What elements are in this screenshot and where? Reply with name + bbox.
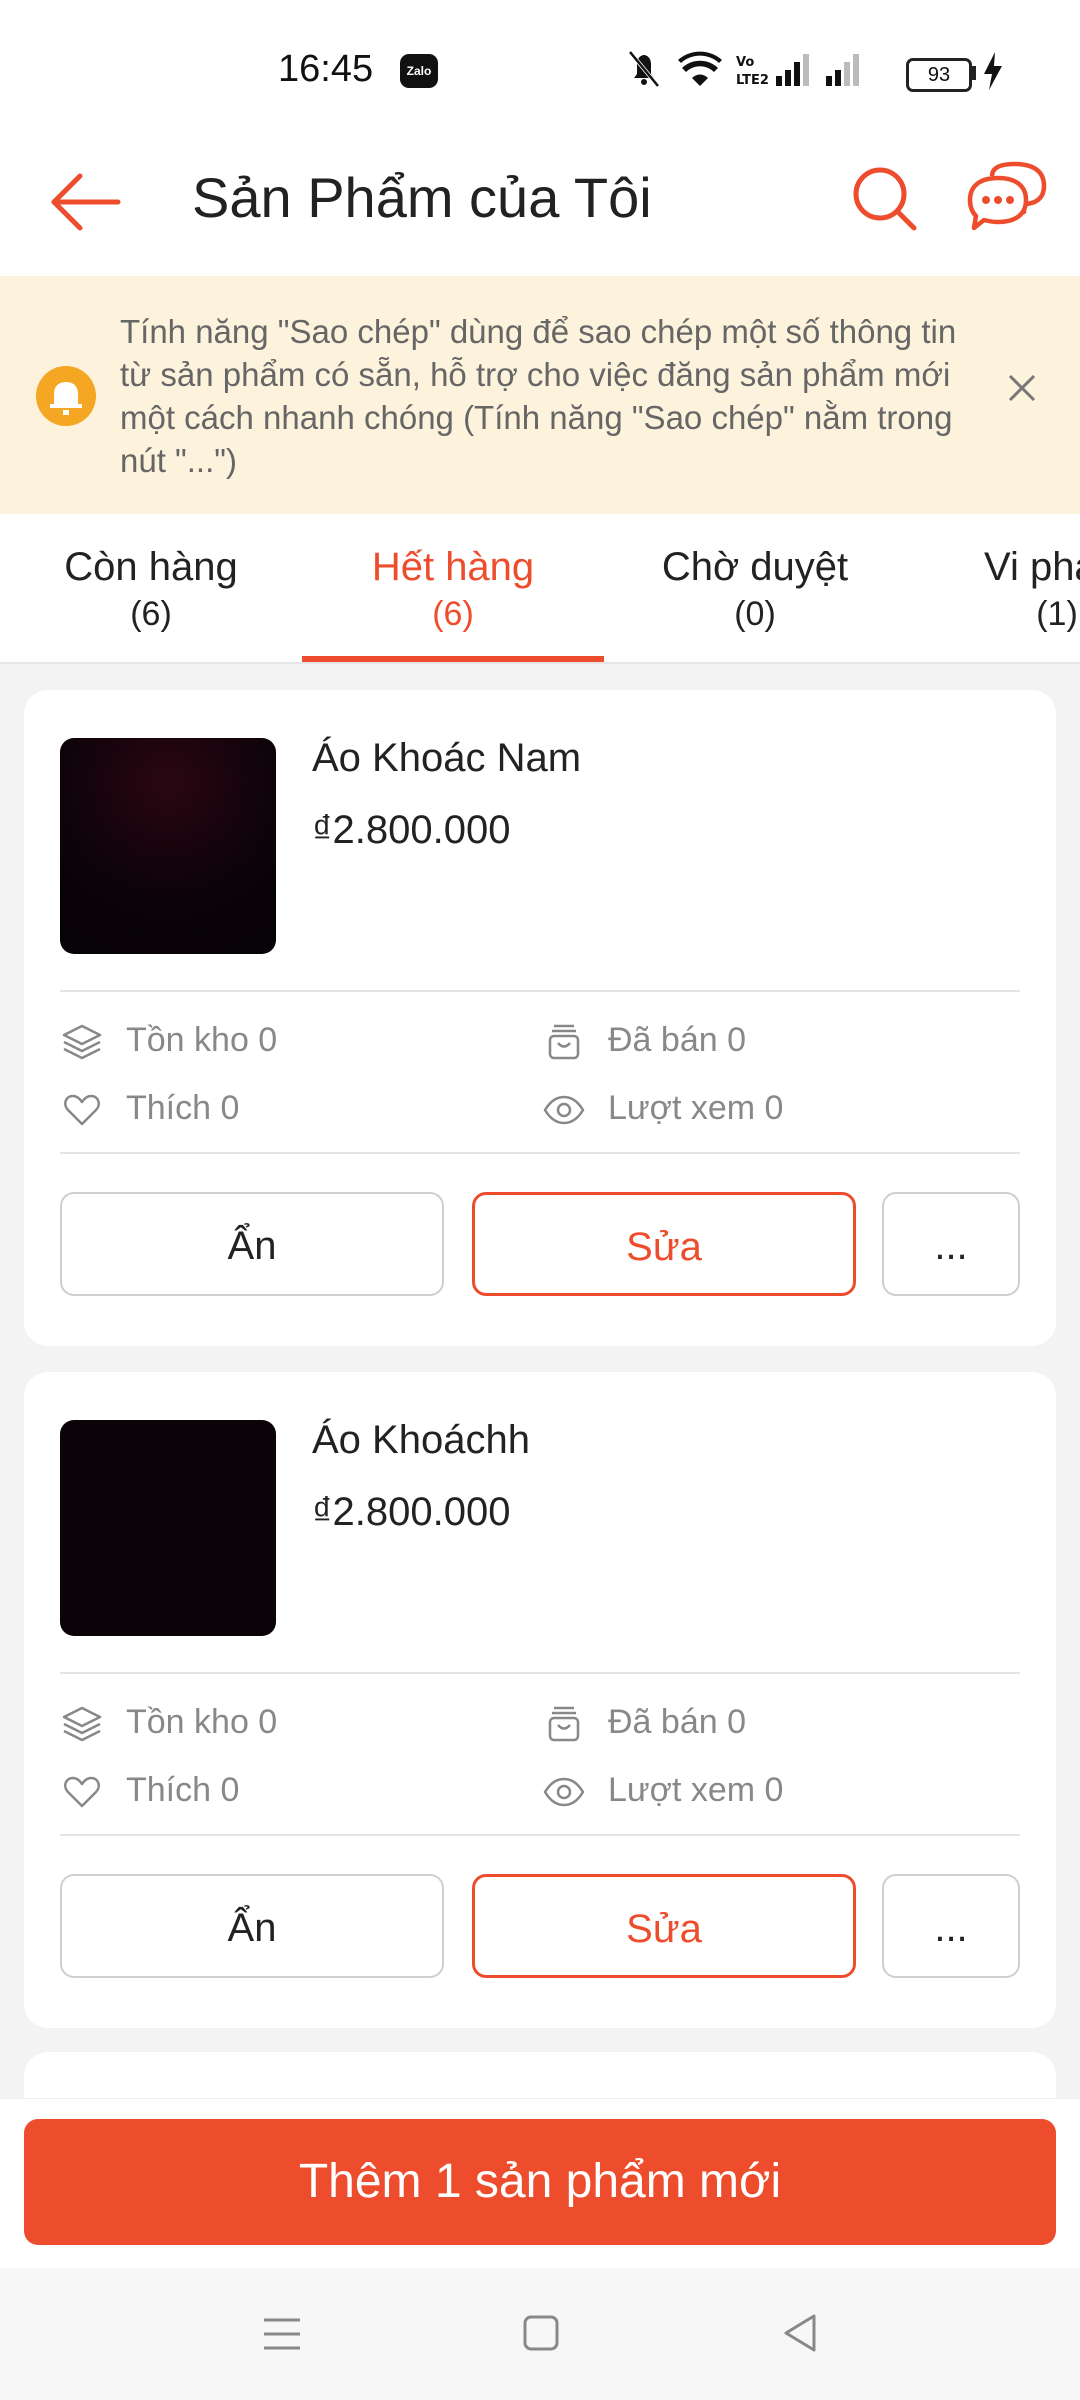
layers-icon bbox=[62, 1024, 102, 1060]
heart-icon bbox=[64, 1094, 100, 1126]
system-nav-bar bbox=[0, 2268, 1080, 2400]
back-arrow-icon[interactable] bbox=[46, 162, 126, 242]
product-image[interactable] bbox=[60, 738, 276, 954]
product-price: ₫2.800.000 bbox=[312, 1490, 511, 1534]
product-price: ₫2.800.000 bbox=[312, 808, 511, 852]
product-card: Áo Khoác Nam ₫2.800.000 Tồn kho 0 Đã bán… bbox=[24, 690, 1056, 1346]
close-icon[interactable] bbox=[1006, 372, 1038, 404]
eye-icon bbox=[543, 1095, 585, 1125]
volte-icon: Vo LTE2 bbox=[736, 55, 769, 88]
more-options-button[interactable]: ... bbox=[882, 1874, 1020, 1978]
charging-icon bbox=[984, 52, 1002, 90]
sold-text: Đã bán 0 bbox=[608, 1021, 746, 1059]
stock-stat: Tồn kho 0 bbox=[60, 1698, 277, 1746]
views-stat: Lượt xem 0 bbox=[542, 1084, 783, 1132]
chat-icon[interactable] bbox=[966, 158, 1050, 238]
page-title: Sản Phẩm của Tôi bbox=[192, 166, 652, 229]
product-name[interactable]: Áo Khoác Nam bbox=[312, 736, 581, 781]
banner-text: Tính năng "Sao chép" dùng để sao chép mộ… bbox=[120, 313, 957, 479]
bottom-action-panel: Thêm 1 sản phẩm mới bbox=[0, 2098, 1080, 2269]
battery-icon: 93 bbox=[906, 58, 972, 92]
active-tab-indicator bbox=[302, 656, 604, 662]
svg-text:LTE2: LTE2 bbox=[736, 73, 769, 88]
edit-button[interactable]: Sửa bbox=[472, 1874, 856, 1978]
views-stat: Lượt xem 0 bbox=[542, 1766, 783, 1814]
search-icon[interactable] bbox=[848, 158, 922, 238]
tab-pending-review[interactable]: Chờ duyệt (0) bbox=[604, 514, 906, 662]
status-bar: 16:45 Zalo Vo LTE2 93 bbox=[0, 0, 1080, 130]
divider bbox=[60, 1152, 1020, 1154]
tab-violation[interactable]: Vi phạm (1) bbox=[906, 514, 1080, 662]
tab-label: Vi phạm bbox=[983, 545, 1080, 589]
basket-icon bbox=[548, 1706, 580, 1742]
tab-count: (6) bbox=[432, 595, 474, 633]
likes-text: Thích 0 bbox=[126, 1089, 240, 1127]
add-product-button[interactable]: Thêm 1 sản phẩm mới bbox=[24, 2119, 1056, 2245]
info-banner: Tính năng "Sao chép" dùng để sao chép mộ… bbox=[0, 276, 1080, 514]
battery-tip bbox=[972, 66, 976, 80]
tab-label: Còn hàng bbox=[64, 545, 238, 589]
tab-label: Chờ duyệt bbox=[661, 545, 849, 589]
likes-stat: Thích 0 bbox=[60, 1766, 239, 1814]
basket-icon bbox=[548, 1024, 580, 1060]
edit-button[interactable]: Sửa bbox=[472, 1192, 856, 1296]
likes-stat: Thích 0 bbox=[60, 1084, 239, 1132]
more-options-button[interactable]: ... bbox=[882, 1192, 1020, 1296]
heart-icon bbox=[64, 1776, 100, 1808]
signal-icon bbox=[826, 54, 859, 86]
bell-off-icon bbox=[628, 50, 660, 88]
status-icons: Vo LTE2 bbox=[628, 50, 859, 88]
stock-text: Tồn kho 0 bbox=[126, 1021, 278, 1059]
tab-label: Hết hàng bbox=[371, 545, 535, 589]
divider bbox=[60, 1672, 1020, 1674]
app-bar: Sản Phẩm của Tôi bbox=[0, 130, 1080, 276]
views-text: Lượt xem 0 bbox=[608, 1771, 784, 1809]
hide-button[interactable]: Ẩn bbox=[60, 1192, 444, 1296]
status-time: 16:45 bbox=[278, 48, 374, 90]
likes-text: Thích 0 bbox=[126, 1771, 240, 1809]
signal-icon bbox=[776, 54, 809, 86]
status-tabs: Còn hàng (6) Hết hàng (6) Chờ duyệt (0) … bbox=[0, 514, 1080, 664]
stock-text: Tồn kho 0 bbox=[126, 1703, 278, 1741]
tab-count: (1) bbox=[1036, 595, 1078, 633]
tab-count: (0) bbox=[734, 595, 776, 633]
tab-out-of-stock[interactable]: Hết hàng (6) bbox=[302, 514, 604, 662]
eye-icon bbox=[543, 1777, 585, 1807]
wifi-icon bbox=[678, 51, 722, 86]
zalo-app-icon: Zalo bbox=[400, 54, 438, 88]
hide-button[interactable]: Ẩn bbox=[60, 1874, 444, 1978]
product-card: Áo Khoáchh ₫2.800.000 Tồn kho 0 Đã bán 0… bbox=[24, 1372, 1056, 2028]
home-icon[interactable] bbox=[522, 2314, 560, 2352]
tab-in-stock[interactable]: Còn hàng (6) bbox=[0, 514, 302, 662]
sold-stat: Đã bán 0 bbox=[542, 1016, 746, 1064]
product-name[interactable]: Áo Khoáchh bbox=[312, 1418, 530, 1463]
tab-count: (6) bbox=[130, 595, 172, 633]
sold-text: Đã bán 0 bbox=[608, 1703, 746, 1741]
stock-stat: Tồn kho 0 bbox=[60, 1016, 277, 1064]
divider bbox=[60, 990, 1020, 992]
back-nav-icon[interactable] bbox=[780, 2312, 820, 2354]
layers-icon bbox=[62, 1706, 102, 1742]
bell-icon bbox=[36, 366, 96, 426]
views-text: Lượt xem 0 bbox=[608, 1089, 784, 1127]
divider bbox=[60, 1834, 1020, 1836]
svg-text:Vo: Vo bbox=[736, 55, 754, 70]
product-image[interactable] bbox=[60, 1420, 276, 1636]
menu-icon[interactable] bbox=[262, 2316, 302, 2352]
sold-stat: Đã bán 0 bbox=[542, 1698, 746, 1746]
